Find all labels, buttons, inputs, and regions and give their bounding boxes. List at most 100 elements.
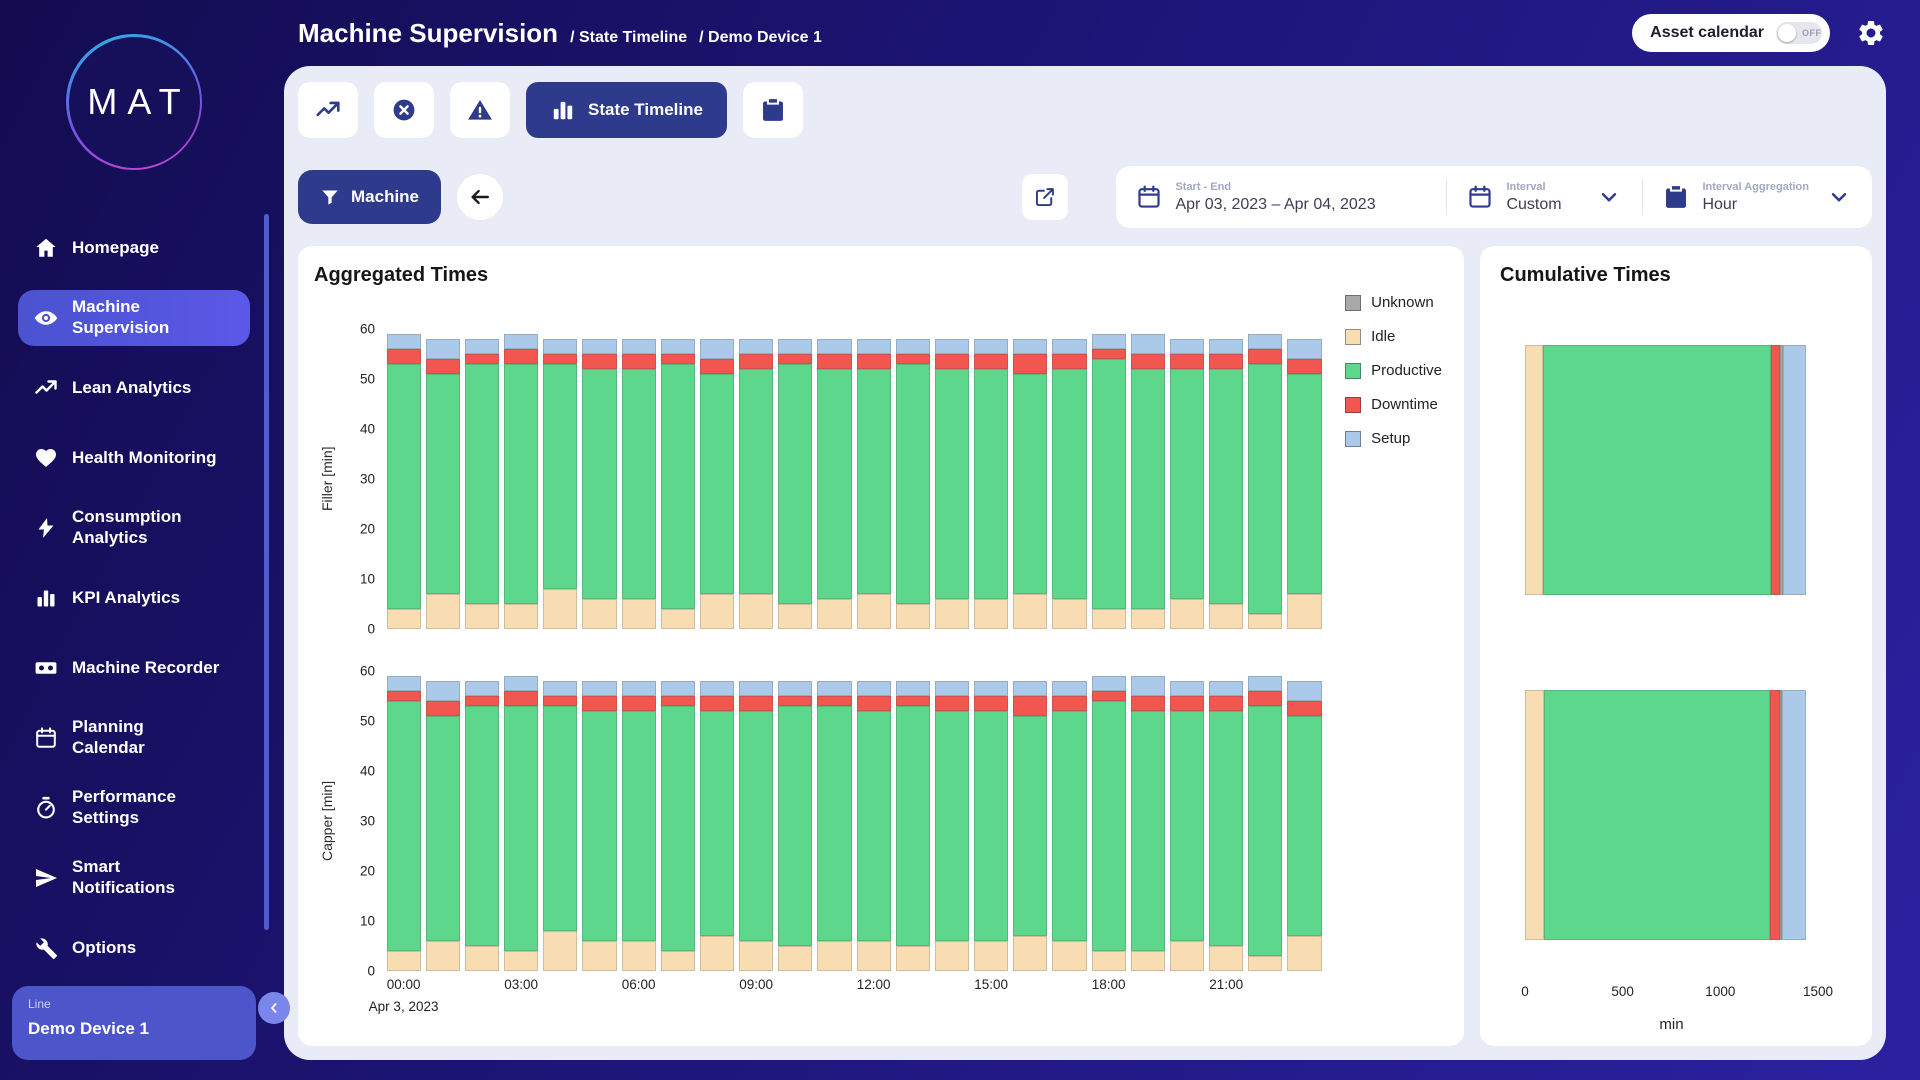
sidebar-item-machine-supervision[interactable]: Machine Supervision xyxy=(18,290,250,346)
sidebar-item-kpi-analytics[interactable]: KPI Analytics xyxy=(18,570,250,626)
capper-bar-12:00[interactable] xyxy=(857,671,891,971)
filler-bar-02:00[interactable] xyxy=(465,329,499,629)
capper-bar-00:00[interactable] xyxy=(387,671,421,971)
filler-bar-18:00[interactable] xyxy=(1092,329,1126,629)
state-timeline-view-button[interactable]: State Timeline xyxy=(526,82,727,138)
filler-bar-06:00[interactable] xyxy=(622,329,656,629)
charts-area: Aggregated Times UnknownIdleProductiveDo… xyxy=(298,246,1872,1046)
filler-bar-23:00[interactable] xyxy=(1287,329,1321,629)
sidebar-item-homepage[interactable]: Homepage xyxy=(18,220,250,276)
setup-segment xyxy=(1092,676,1126,691)
capper-bar-08:00[interactable] xyxy=(700,671,734,971)
filler-bar-20:00[interactable] xyxy=(1170,329,1204,629)
filler-bar-17:00[interactable] xyxy=(1052,329,1086,629)
y-tick-label: 0 xyxy=(367,964,375,979)
capper-bar-10:00[interactable] xyxy=(778,671,812,971)
capper-bar-20:00[interactable] xyxy=(1170,671,1204,971)
capper-bar-09:00[interactable] xyxy=(739,671,773,971)
clipboard-view-button[interactable] xyxy=(743,82,803,138)
x-tick-label: 18:00 xyxy=(1089,977,1128,992)
sidebar-item-consumption-analytics[interactable]: Consumption Analytics xyxy=(18,500,250,556)
idle-segment xyxy=(974,599,1008,629)
filler-bar-11:00[interactable] xyxy=(817,329,851,629)
capper-bar-05:00[interactable] xyxy=(582,671,616,971)
filler-bar-15:00[interactable] xyxy=(974,329,1008,629)
capper-bar-15:00[interactable] xyxy=(974,671,1008,971)
capper-bar-04:00[interactable] xyxy=(543,671,577,971)
idle-segment xyxy=(1170,941,1204,971)
downtime-segment xyxy=(543,354,577,364)
interval-select[interactable]: Interval Custom xyxy=(1447,166,1642,228)
sidebar-item-machine-recorder[interactable]: Machine Recorder xyxy=(18,640,250,696)
capper-bar-18:00[interactable] xyxy=(1092,671,1126,971)
cumulative-filler-chart xyxy=(1525,345,1818,595)
cum-filler-idle-segment[interactable] xyxy=(1525,345,1543,595)
export-icon xyxy=(1034,186,1056,208)
idle-segment xyxy=(1052,941,1086,971)
y-tick-label: 30 xyxy=(360,472,375,487)
device-card[interactable]: Line Demo Device 1 xyxy=(12,986,256,1060)
capper-bar-21:00[interactable] xyxy=(1209,671,1243,971)
cum-capper-productive-segment[interactable] xyxy=(1544,690,1771,940)
sidebar-collapse-button[interactable] xyxy=(258,992,290,1024)
sidebar-item-smart-notifications[interactable]: Smart Notifications xyxy=(18,850,250,906)
cum-capper-idle-segment[interactable] xyxy=(1525,690,1544,940)
min-tick-label: 500 xyxy=(1611,984,1634,999)
filler-bar-16:00[interactable] xyxy=(1013,329,1047,629)
warning-view-button[interactable] xyxy=(450,82,510,138)
filler-bar-01:00[interactable] xyxy=(426,329,460,629)
sidebar-scrollbar[interactable] xyxy=(264,214,269,930)
filler-bar-13:00[interactable] xyxy=(896,329,930,629)
sidebar-item-performance-settings[interactable]: Performance Settings xyxy=(18,780,250,836)
capper-bar-16:00[interactable] xyxy=(1013,671,1047,971)
x-tick-label: 15:00 xyxy=(972,977,1011,992)
capper-bar-13:00[interactable] xyxy=(896,671,930,971)
filler-bar-05:00[interactable] xyxy=(582,329,616,629)
filler-bar-21:00[interactable] xyxy=(1209,329,1243,629)
capper-bar-14:00[interactable] xyxy=(935,671,969,971)
filler-bar-19:00[interactable] xyxy=(1131,329,1165,629)
capper-bar-17:00[interactable] xyxy=(1052,671,1086,971)
capper-bar-22:00[interactable] xyxy=(1248,671,1282,971)
asset-calendar-toggle[interactable]: Asset calendar OFF xyxy=(1632,14,1830,52)
sidebar-item-planning-calendar[interactable]: Planning Calendar xyxy=(18,710,250,766)
filler-bar-14:00[interactable] xyxy=(935,329,969,629)
capper-bar-07:00[interactable] xyxy=(661,671,695,971)
export-button[interactable] xyxy=(1022,174,1068,220)
filler-bar-12:00[interactable] xyxy=(857,329,891,629)
cum-capper-downtime-segment[interactable] xyxy=(1770,690,1780,940)
filler-bar-08:00[interactable] xyxy=(700,329,734,629)
asset-calendar-switch[interactable]: OFF xyxy=(1776,22,1822,44)
capper-bar-11:00[interactable] xyxy=(817,671,851,971)
filler-bar-04:00[interactable] xyxy=(543,329,577,629)
date-range-picker[interactable]: Start - End Apr 03, 2023 – Apr 04, 2023 xyxy=(1116,166,1446,228)
sidebar-item-options[interactable]: Options xyxy=(18,920,250,976)
filler-bar-09:00[interactable] xyxy=(739,329,773,629)
filler-bar-22:00[interactable] xyxy=(1248,329,1282,629)
capper-bar-03:00[interactable] xyxy=(504,671,538,971)
filler-bar-00:00[interactable] xyxy=(387,329,421,629)
x-tick-label xyxy=(541,977,580,992)
filler-bar-10:00[interactable] xyxy=(778,329,812,629)
setup-swatch xyxy=(1345,431,1361,447)
back-button[interactable] xyxy=(457,174,503,220)
capper-bar-06:00[interactable] xyxy=(622,671,656,971)
cum-filler-downtime-segment[interactable] xyxy=(1771,345,1780,595)
settings-gear-icon[interactable] xyxy=(1856,18,1886,48)
filler-bar-03:00[interactable] xyxy=(504,329,538,629)
cum-filler-setup-segment[interactable] xyxy=(1783,345,1806,595)
capper-bar-19:00[interactable] xyxy=(1131,671,1165,971)
device-type-label: Line xyxy=(28,997,240,1011)
capper-bar-01:00[interactable] xyxy=(426,671,460,971)
cum-filler-productive-segment[interactable] xyxy=(1543,345,1772,595)
trend-view-button[interactable] xyxy=(298,82,358,138)
machine-filter-button[interactable]: Machine xyxy=(298,170,441,224)
cum-capper-setup-segment[interactable] xyxy=(1782,690,1806,940)
filler-bar-07:00[interactable] xyxy=(661,329,695,629)
capper-bar-02:00[interactable] xyxy=(465,671,499,971)
capper-bar-23:00[interactable] xyxy=(1287,671,1321,971)
interval-aggregation-select[interactable]: Interval Aggregation Hour xyxy=(1643,166,1872,228)
sidebar-item-lean-analytics[interactable]: Lean Analytics xyxy=(18,360,250,416)
x-circle-view-button[interactable] xyxy=(374,82,434,138)
sidebar-item-health-monitoring[interactable]: Health Monitoring xyxy=(18,430,250,486)
